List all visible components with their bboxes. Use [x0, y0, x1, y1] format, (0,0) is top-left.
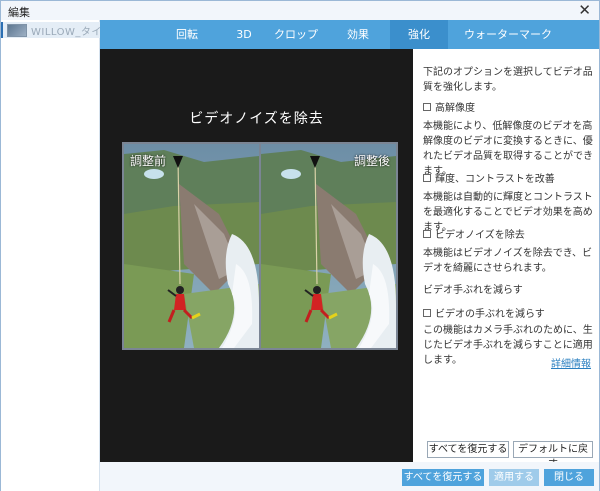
tab-enhance[interactable]: 強化 [390, 20, 448, 49]
footer-bar: すべてを復元する 適用する 閉じる [100, 462, 599, 491]
tab-crop[interactable]: クロップ [268, 20, 324, 49]
tab-effect[interactable]: 効果 [336, 20, 380, 49]
file-list-item[interactable]: WILLOW_タイ [1, 22, 100, 38]
option-upscale-label: 高解像度 [435, 103, 475, 114]
tab-rotate[interactable]: 回転 [162, 20, 212, 49]
file-list-sidebar: WILLOW_タイ [1, 20, 100, 491]
after-label: 調整後 [353, 154, 390, 168]
upscale-checkbox[interactable] [423, 102, 431, 111]
close-button[interactable]: 閉じる [544, 469, 594, 486]
comparison-frame: 調整前 調整後 [122, 142, 398, 350]
deshake-checkbox[interactable] [423, 308, 431, 317]
skydiver-image-before [124, 144, 259, 348]
option-deshake[interactable]: ビデオの手ぶれを減らす [423, 305, 545, 320]
denoise-checkbox[interactable] [423, 229, 431, 238]
preview-title: ビデオノイズを除去 [189, 111, 324, 127]
enhance-options-panel: 下記のオプションを選択してビデオ品質を強化します。 高解像度 本機能により、低解… [413, 49, 599, 470]
reset-default-button[interactable]: デフォルトに戻す [513, 441, 593, 470]
option-brightness-label: 輝度、コントラストを改善 [435, 174, 555, 185]
before-preview: 調整前 [124, 144, 259, 348]
after-preview: 調整後 [261, 144, 396, 348]
reset-all-button[interactable]: すべてを復元する [427, 441, 509, 458]
brightness-checkbox[interactable] [423, 173, 431, 182]
tab-watermark[interactable]: ウォーターマーク [452, 20, 564, 49]
apply-button[interactable]: 適用する [489, 469, 539, 486]
edit-window: 編集 ✕ WILLOW_タイ 回転 3D クロップ 効果 強化 ウォーターマーク… [0, 0, 600, 491]
option-denoise-description: 本機能はビデオノイズを除去でき、ビデオを綺麗にさせられます。 [423, 248, 592, 274]
tab-3d[interactable]: 3D [226, 20, 262, 49]
shake-section-heading: ビデオ手ぶれを減らす [423, 285, 523, 296]
skydiver-image-after [261, 144, 396, 348]
option-denoise-label: ビデオノイズを除去 [435, 230, 525, 241]
option-deshake-label: ビデオの手ぶれを減らす [435, 309, 545, 320]
edit-tab-bar: 回転 3D クロップ 効果 強化 ウォーターマーク [100, 20, 599, 49]
preview-area: ビデオノイズを除去 調整前 調整後 [100, 49, 413, 462]
close-icon[interactable]: ✕ [578, 2, 591, 18]
title-bar: 編集 ✕ [1, 1, 599, 20]
video-thumbnail [7, 23, 27, 37]
panel-intro: 下記のオプションを選択してビデオ品質を強化します。 [423, 67, 593, 93]
option-brightness[interactable]: 輝度、コントラストを改善 [423, 170, 555, 185]
option-upscale[interactable]: 高解像度 [423, 99, 475, 114]
detail-info-link[interactable]: 詳細情報 [551, 355, 591, 370]
file-name: WILLOW_タイ [31, 26, 100, 38]
restore-all-button[interactable]: すべてを復元する [402, 469, 484, 486]
before-label: 調整前 [130, 154, 167, 168]
window-title: 編集 [8, 6, 30, 19]
option-denoise[interactable]: ビデオノイズを除去 [423, 226, 525, 241]
